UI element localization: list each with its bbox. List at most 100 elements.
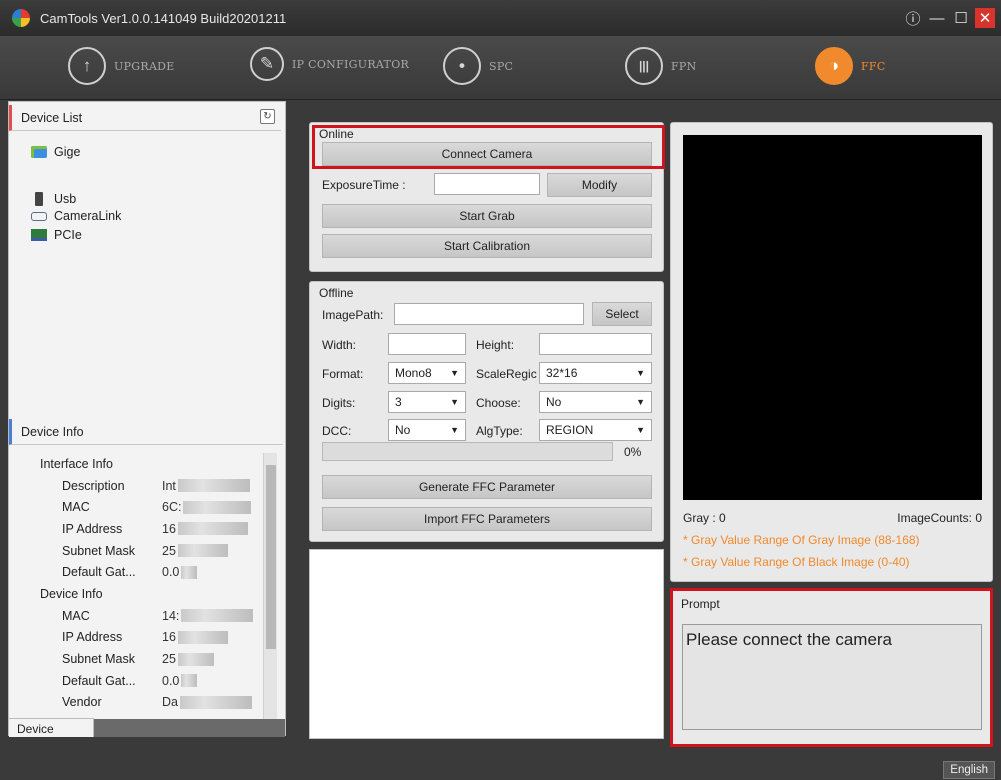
redacted-value <box>181 565 198 579</box>
device-list-title: Device List <box>21 110 83 125</box>
info-value: 14: <box>162 608 180 623</box>
select-button[interactable]: Select <box>592 302 652 326</box>
prompt-message: Please connect the camera <box>682 624 982 730</box>
device-type-gige-label: Gige <box>54 145 81 159</box>
scale-region-select[interactable]: 32*16 ▼ <box>539 362 652 384</box>
info-value: Da <box>162 695 178 710</box>
device-info-scrollbar[interactable] <box>263 453 277 725</box>
prompt-panel: Prompt Please connect the camera <box>670 588 993 747</box>
width-label: Width: <box>322 338 357 352</box>
info-row: MAC 6C: <box>17 496 257 518</box>
preview-panel: Gray : 0 ImageCounts: 0 * Gray Value Ran… <box>670 122 993 582</box>
device-type-usb[interactable]: Usb <box>31 192 76 206</box>
redacted-value <box>179 695 252 709</box>
import-ffc-parameters-button[interactable]: Import FFC Parameters <box>322 507 652 531</box>
info-row: Description Int <box>17 475 257 497</box>
dcc-select[interactable]: No ▼ <box>388 419 466 441</box>
info-key: Vendor <box>62 695 102 710</box>
close-button[interactable]: ✕ <box>975 8 995 28</box>
tab-strip-background <box>94 719 285 737</box>
tab-ffc-label: FFC <box>861 59 886 73</box>
window-title: CamTools Ver1.0.0.141049 Build20201211 <box>40 10 287 26</box>
maximize-button[interactable]: ☐ <box>951 8 971 28</box>
device-type-cameralink[interactable]: CameraLink <box>31 209 121 223</box>
exposure-time-label: ExposureTime : <box>322 178 406 192</box>
format-select-value: Mono8 <box>395 366 432 380</box>
tab-fpn[interactable]: ||| FPN <box>625 47 697 85</box>
redacted-value <box>177 544 228 558</box>
modify-button[interactable]: Modify <box>547 173 652 197</box>
device-info-title: Device Info <box>21 424 84 439</box>
info-key: Subnet Mask <box>62 543 135 558</box>
info-row: Default Gat... 0.0 <box>17 561 257 583</box>
minimize-button[interactable]: — <box>927 8 947 28</box>
gige-network-icon <box>31 146 47 158</box>
offline-group: Offline ImagePath: Select Width: Height:… <box>309 281 664 542</box>
connect-camera-button[interactable]: Connect Camera <box>322 142 652 166</box>
info-value: 0.0 <box>162 565 180 580</box>
dropdown-caret-icon: ▼ <box>636 368 645 378</box>
info-value: A3 <box>162 717 177 718</box>
redacted-value <box>177 479 250 493</box>
format-select[interactable]: Mono8 ▼ <box>388 362 466 384</box>
info-value: 0.0 <box>162 673 180 688</box>
algtype-select[interactable]: REGION ▼ <box>539 419 652 441</box>
tab-upgrade[interactable]: ↑ UPGRADE <box>68 47 175 85</box>
redacted-value <box>177 522 248 536</box>
gray-value: 0 <box>719 511 726 525</box>
tab-fpn-label: FPN <box>671 59 697 73</box>
gray-value-readout: Gray : 0 <box>683 511 726 525</box>
pcie-card-icon <box>31 229 47 241</box>
choose-label: Choose: <box>476 396 521 410</box>
interface-info-group: Interface Info <box>40 456 113 471</box>
redacted-value <box>177 630 228 644</box>
redacted-value <box>177 652 214 666</box>
spc-icon: • <box>443 47 481 85</box>
info-value: Int <box>162 478 176 493</box>
height-input[interactable] <box>539 333 652 355</box>
info-row: Default Gat... 0.0 <box>17 670 257 692</box>
generate-ffc-parameter-button[interactable]: Generate FFC Parameter <box>322 475 652 499</box>
format-label: Format: <box>322 367 364 381</box>
online-group-title: Online <box>319 127 354 141</box>
tab-ip-configurator[interactable]: ✎ IP CONFIGURATOR <box>250 47 409 81</box>
info-value: 16 <box>162 521 176 536</box>
device-panel: Device List ↻ Gige Usb CameraLink PCIe D… <box>8 101 286 737</box>
device-type-gige[interactable]: Gige <box>31 145 80 159</box>
digits-label: Digits: <box>322 396 356 410</box>
choose-select[interactable]: No ▼ <box>539 391 652 413</box>
scrollbar-thumb[interactable] <box>266 465 276 649</box>
image-path-input[interactable] <box>394 303 584 325</box>
start-grab-button[interactable]: Start Grab <box>322 204 652 228</box>
info-key: Default Gat... <box>62 673 136 688</box>
info-row: MAC 14: <box>17 605 257 627</box>
dropdown-caret-icon: ▼ <box>450 368 459 378</box>
exposure-time-input[interactable] <box>434 173 540 195</box>
language-button[interactable]: English <box>943 761 995 779</box>
tab-ip-configurator-label: IP CONFIGURATOR <box>292 57 410 71</box>
cameralink-icon <box>31 211 47 221</box>
device-type-pcie-label: PCIe <box>54 228 82 242</box>
app-logo-icon <box>12 9 30 27</box>
start-calibration-button[interactable]: Start Calibration <box>322 234 652 258</box>
offline-group-title: Offline <box>319 286 354 300</box>
online-group: Online Connect Camera ExposureTime : Mod… <box>309 122 664 272</box>
dropdown-caret-icon: ▼ <box>450 425 459 435</box>
digits-select[interactable]: 3 ▼ <box>388 391 466 413</box>
device-type-pcie[interactable]: PCIe <box>31 228 82 242</box>
info-value: 25 <box>162 543 176 558</box>
image-counts-value: 0 <box>975 511 982 525</box>
info-icon[interactable]: ⓘ <box>903 8 923 28</box>
dropdown-caret-icon: ▼ <box>636 425 645 435</box>
tab-ffc[interactable]: ◑ FFC <box>815 47 886 85</box>
refresh-icon[interactable]: ↻ <box>260 109 275 124</box>
dcc-label: DCC: <box>322 424 352 438</box>
info-row: Subnet Mask 25 <box>17 648 257 670</box>
main-toolbar: ↑ UPGRADE ✎ IP CONFIGURATOR • SPC ||| FP… <box>0 36 1001 100</box>
tab-spc[interactable]: • SPC <box>443 47 513 85</box>
dropdown-caret-icon: ▼ <box>450 397 459 407</box>
ip-configurator-icon: ✎ <box>250 47 284 81</box>
width-input[interactable] <box>388 333 466 355</box>
tab-device[interactable]: Device <box>9 718 94 737</box>
device-info-list: Interface Info Description Int MAC 6C: IP … <box>17 453 257 718</box>
